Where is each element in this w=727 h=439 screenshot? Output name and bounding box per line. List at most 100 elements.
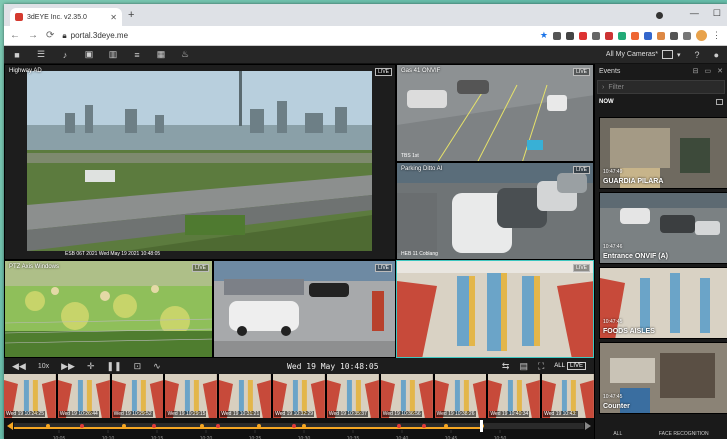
main-area: Highway AD LIVE ESB 06T 2021 Wed May 19 … [4, 64, 727, 439]
activity-icon[interactable]: ∿ [153, 361, 161, 372]
event-card[interactable]: 10:47:49 GUARDIA PILARA [599, 117, 727, 189]
timeline-event-marker[interactable] [444, 424, 448, 428]
timeline-event-marker[interactable] [152, 424, 156, 428]
thumbnail[interactable]: Wed 19 10:29:15 [165, 374, 218, 418]
timeline-event-marker[interactable] [122, 424, 126, 428]
clip-icon[interactable]: ▣ [84, 49, 94, 60]
extension-icon[interactable] [618, 31, 626, 40]
timeline-event-marker[interactable] [422, 424, 426, 428]
thumbnail[interactable]: Wed 19 10:38:26 [434, 374, 487, 418]
menu-icon[interactable]: ≡ [132, 50, 142, 60]
events-footer: ALL FACE RECOGNITION [595, 429, 727, 439]
back-icon[interactable]: ← [10, 30, 20, 41]
all-live-toggle[interactable]: ALL LIVE [554, 362, 586, 370]
maximize-icon[interactable]: ☐ [713, 8, 721, 19]
camera-tile-gas[interactable]: Gas 41 ONVIF LIVE TBS 1st [396, 64, 594, 162]
timeline[interactable]: 10:05 10:10 10:15 10:20 10:25 10:30 10:35 10:40… [4, 418, 594, 439]
fire-icon[interactable]: ♨ [180, 49, 190, 60]
extension-icon[interactable] [605, 31, 613, 40]
thumbnail[interactable]: Wed 19 10:35:37 [326, 374, 379, 418]
event-card[interactable]: 10:47:45 FOODS AISLES [599, 267, 727, 339]
extension-icon[interactable] [579, 31, 587, 40]
timeline-event-marker[interactable] [397, 424, 401, 428]
more-menu-icon[interactable]: ⋮ [712, 30, 721, 41]
window-controls: — ☐ [690, 8, 721, 19]
extension-icon[interactable] [644, 31, 652, 40]
expand-icon[interactable]: ⊟ [693, 67, 699, 75]
video-icon[interactable]: ■ [12, 50, 22, 60]
forward-icon[interactable]: → [28, 30, 38, 41]
list-icon[interactable]: ☰ [36, 49, 46, 60]
camera-tile-van[interactable]: LIVE [213, 260, 396, 358]
camera-group-selector[interactable]: All My Cameras* ▾ [606, 50, 681, 59]
filter-all-tab[interactable]: ALL [613, 431, 622, 437]
thumbnail[interactable]: Wed 19 10:26:44 [57, 374, 110, 418]
reload-icon[interactable]: ⟳ [46, 30, 54, 41]
pause-icon[interactable]: ❚❚ [107, 361, 122, 372]
loop-icon[interactable]: ⇆ [502, 361, 510, 372]
help-icon[interactable]: ? [695, 50, 700, 60]
rewind-icon[interactable]: ◀◀ [12, 361, 26, 372]
timeline-event-marker[interactable] [216, 424, 220, 428]
event-time: 10:47:49 [603, 169, 623, 175]
timeline-event-marker[interactable] [302, 424, 306, 428]
thumbnail[interactable]: Wed 19 10:31:21 [219, 374, 272, 418]
timeline-event-marker[interactable] [80, 424, 84, 428]
timeline-right-arrow-icon[interactable] [585, 422, 591, 430]
event-title: GUARDIA PILARA [603, 178, 664, 185]
camera-tile-highway[interactable]: Highway AD LIVE ESB 06T 2021 Wed May 19 … [4, 64, 396, 260]
extension-icon[interactable] [657, 31, 665, 40]
camera-tile-store[interactable]: LIVE [396, 260, 594, 358]
timeline-event-marker[interactable] [292, 424, 296, 428]
filter-face-tab[interactable]: FACE RECOGNITION [659, 431, 709, 437]
user-icon[interactable]: ● [714, 50, 719, 60]
close-icon[interactable]: ✕ [717, 67, 723, 75]
close-tab-icon[interactable]: ✕ [110, 13, 117, 22]
thumbnail[interactable]: Wed 19 10:32:29 [273, 374, 325, 418]
crosshair-icon[interactable]: ✛ [87, 361, 95, 372]
fullscreen-icon[interactable]: ⛶ [538, 361, 544, 372]
timeline-event-marker[interactable] [257, 424, 261, 428]
grid-icon[interactable]: ▦ [156, 49, 166, 60]
extension-icon[interactable] [670, 31, 678, 40]
browser-tab[interactable]: 3dEYE Inc. v2.35.0 ✕ [10, 8, 122, 26]
timeline-event-marker[interactable] [200, 424, 204, 428]
camera-tile-parking[interactable]: Parking Ditto AI LIVE HEB 11 Coblang [396, 162, 594, 260]
event-card[interactable]: 10:47:46 Entrance ONVIF (A) [599, 192, 727, 264]
thumbnail-time: Wed 19 10:29:15 [166, 411, 207, 417]
extension-icon[interactable] [631, 31, 639, 40]
all-label: ALL [554, 363, 565, 369]
map-icon[interactable]: ▥ [108, 49, 118, 60]
archive-icon[interactable]: ▤ [519, 361, 528, 372]
events-filter[interactable]: › Filter [597, 80, 725, 94]
profile-avatar[interactable] [696, 30, 707, 41]
thumbnail-strip: Wed 19 10:24:25 Wed 19 10:26:44 Wed 19 10:… [4, 374, 594, 418]
thumbnail[interactable]: Wed 19 10:43: [542, 374, 594, 418]
camera-tile-ptz[interactable]: PTZ Axis Windows LIVE [4, 260, 213, 358]
thumbnail[interactable]: Wed 19 10:36:56 [380, 374, 433, 418]
extension-icon[interactable] [592, 31, 600, 40]
record-icon[interactable] [656, 12, 663, 19]
url-field[interactable]: 🔒︎ portal.3deye.me [62, 31, 128, 41]
thumbnail[interactable]: Wed 19 10:29:52 [111, 374, 164, 418]
thumbnail[interactable]: Wed 19 10:24:25 [4, 374, 56, 418]
thumbnail[interactable]: Wed 19 10:40:34 [488, 374, 541, 418]
timeline-progress [14, 427, 482, 429]
timeline-playhead[interactable] [480, 420, 483, 432]
fast-forward-icon[interactable]: ▶▶ [61, 361, 75, 372]
star-icon[interactable]: ★ [540, 30, 548, 41]
extension-icon[interactable] [553, 31, 561, 40]
event-card[interactable]: 10:47:45 Counter [599, 342, 727, 414]
calendar-icon[interactable] [716, 99, 723, 105]
bell-icon[interactable]: ♪ [60, 50, 70, 60]
extension-icon[interactable] [683, 31, 691, 40]
new-tab-icon[interactable]: + [128, 9, 134, 21]
timeline-left-arrow-icon[interactable] [7, 422, 13, 430]
extension-icon[interactable] [566, 31, 574, 40]
screenshot-icon[interactable]: ⊡ [134, 361, 142, 372]
panel-icon[interactable]: ▭ [705, 67, 712, 75]
layout-grid-icon[interactable] [662, 50, 674, 59]
timeline-event-marker[interactable] [46, 424, 50, 428]
minimize-icon[interactable]: — [690, 8, 699, 19]
speed-label[interactable]: 10x [38, 363, 49, 370]
